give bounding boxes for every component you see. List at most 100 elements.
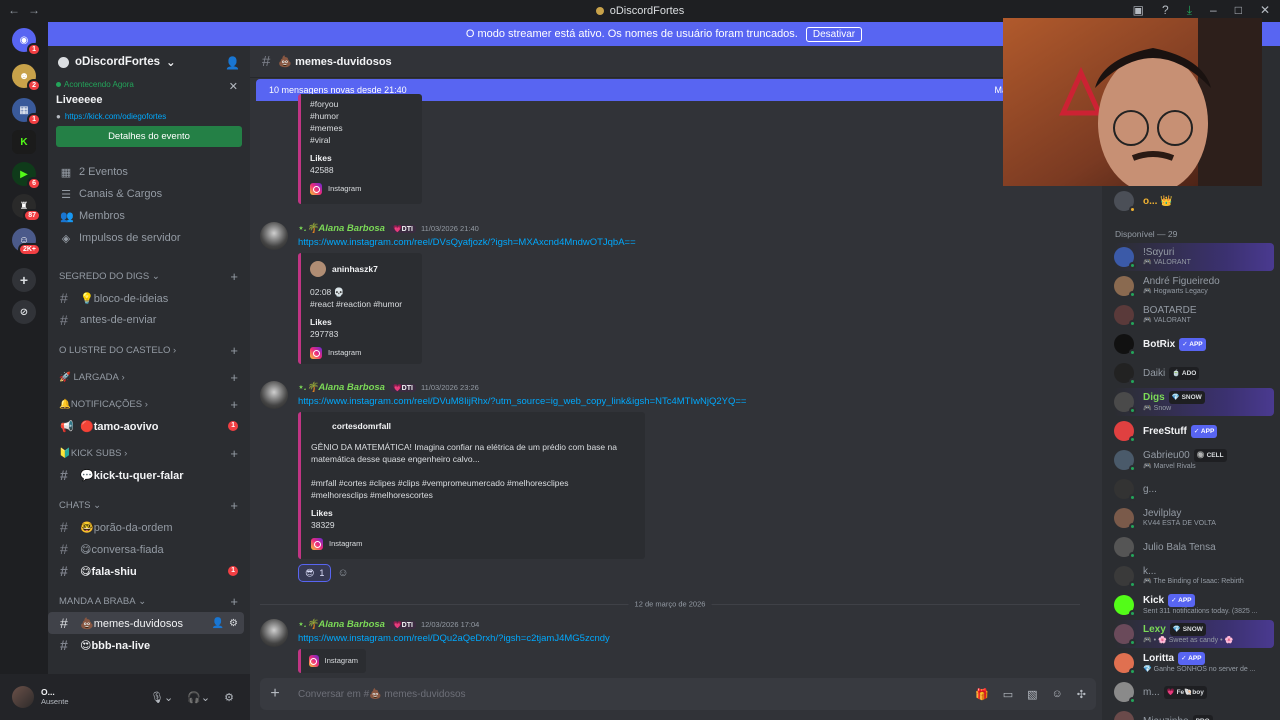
member-item[interactable]: MiauzinhoPRO (1114, 707, 1274, 720)
server-icon-5[interactable]: ☺ 2K+ (12, 228, 41, 256)
discover-icon[interactable]: ⊘ (12, 300, 36, 324)
server-icon-kick[interactable]: K (12, 130, 36, 154)
sidebar-item-events[interactable]: ▦ 2 Eventos (48, 161, 250, 183)
channel-antes-de-enviar[interactable]: # antes-de-enviar (48, 309, 244, 331)
gear-icon[interactable]: ⚙ (229, 618, 238, 629)
message-link[interactable]: https://www.instagram.com/reel/DVuM8IijR… (298, 396, 746, 407)
avatar[interactable] (260, 222, 288, 250)
member-item[interactable]: Julio Bala Tensa (1114, 533, 1274, 561)
category-chats[interactable]: CHATS ⌄ + (48, 494, 250, 516)
avatar[interactable] (260, 619, 288, 647)
headphones-icon[interactable]: 🎧⌄ (187, 691, 210, 704)
member-item[interactable]: Kick ✓ APP Sent 311 notifications today. (… (1114, 591, 1274, 619)
server-icon-3[interactable]: ▶ 6 (12, 162, 41, 190)
category-largada[interactable]: 🚀 LARGADA › + (48, 366, 250, 388)
user-names[interactable]: O... Ausente (41, 687, 69, 707)
category-manda-a-braba[interactable]: MANDA A BRABA ⌄ + (48, 590, 250, 612)
inbox-icon[interactable]: ▣ (1133, 3, 1144, 18)
gif-icon[interactable]: ▭ (1003, 688, 1013, 701)
channel-conversa-fiada[interactable]: # 😋conversa-fiada (48, 538, 244, 560)
channel-porao-da-ordem[interactable]: # 🤓porão-da-ordem (48, 516, 244, 538)
back-arrow-icon[interactable]: ← (8, 3, 20, 17)
home-discord-icon[interactable]: ◉ 1 (12, 28, 41, 56)
member-item[interactable]: Digs 💎 SNOW 🎮 Snow (1114, 388, 1274, 416)
category-segredo[interactable]: SEGREDO DO DIGS ⌄ + (48, 265, 250, 287)
sidebar-item-boosts[interactable]: ◈ Impulsos de servidor (48, 227, 250, 249)
message-link[interactable]: https://www.instagram.com/reel/DQu2aQeDr… (298, 633, 610, 644)
attach-plus-icon[interactable]: + (260, 685, 290, 703)
maximize-icon[interactable]: □ (1235, 3, 1242, 18)
member-item[interactable]: !Sαyuri 🎮 VALORANT (1114, 243, 1274, 271)
member-item[interactable]: FreeStuff ✓ APP (1114, 417, 1274, 445)
gift-icon[interactable]: 🎁 (975, 688, 989, 701)
channel-bloco-de-ideias[interactable]: # 💡bloco-de-ideias (48, 287, 244, 309)
embed-author[interactable]: cortesdomrfall (311, 420, 635, 432)
event-link-text[interactable]: https://kick.com/odiegofortes (65, 112, 166, 121)
download-icon[interactable]: ⤓ (1187, 3, 1192, 18)
channel-bbb-na-live[interactable]: # 😍bbb-na-live (48, 634, 244, 656)
help-icon[interactable]: ? (1162, 3, 1169, 18)
member-item[interactable]: André Figueiredo 🎮 Hogwarts Legacy (1114, 272, 1274, 300)
channel-fala-shiu[interactable]: # 😋fala-shiu 1 (48, 560, 244, 582)
member-item[interactable]: Daiki 🍵 ADO (1114, 359, 1274, 387)
message-author[interactable]: ⋆.🌴Alana Barbosa (298, 382, 385, 393)
add-channel-icon[interactable]: + (230, 594, 238, 609)
channel-kick-tu-quer-falar[interactable]: # 💬kick-tu-quer-falar (48, 464, 244, 486)
forward-arrow-icon[interactable]: → (28, 3, 40, 17)
message-composer[interactable]: + Conversar em #💩 memes-duvidosos 🎁 ▭ ▧ … (260, 678, 1096, 710)
member-item[interactable]: k... 🎮 The Binding of Isaac: Rebirth (1114, 562, 1274, 590)
close-window-icon[interactable]: ✕ (1260, 3, 1270, 18)
composer-placeholder[interactable]: Conversar em #💩 memes-duvidosos (298, 689, 466, 700)
server-icon-1[interactable]: ☻ 2 (12, 64, 41, 92)
sidebar-item-channels-roles[interactable]: ☰ Canais & Cargos (48, 183, 250, 205)
apps-icon[interactable]: ✣ (1077, 688, 1086, 701)
guild-tag[interactable]: 💗DTI (389, 620, 416, 629)
category-notificacoes[interactable]: 🔔NOTIFICAÇÕES › + (48, 393, 250, 415)
message-author[interactable]: ⋆.🌴Alana Barbosa (298, 619, 385, 630)
channel-memes-duvidosos[interactable]: # 💩memes-duvidosos 👤 ⚙ (48, 612, 244, 634)
sticker-icon[interactable]: ▧ (1027, 688, 1037, 701)
member-item[interactable]: BOATARDE 🎮 VALORANT (1114, 301, 1274, 329)
category-lustre[interactable]: O LUSTRE DO CASTELO › + (48, 339, 250, 361)
server-icon-4[interactable]: ♜ 87 (12, 194, 41, 222)
microphone-icon[interactable]: 🎙⌄ (150, 691, 173, 704)
reaction-pill[interactable]: 😎 1 (298, 564, 332, 582)
server-header[interactable]: oDiscordFortes ⌄ 👤 (48, 46, 250, 78)
guild-tag[interactable]: 💗DTI (389, 224, 416, 233)
add-channel-icon[interactable]: + (230, 269, 238, 284)
event-link[interactable]: ● https://kick.com/odiegofortes (56, 112, 242, 121)
invite-icon[interactable]: 👤 (212, 618, 224, 629)
sidebar-item-members[interactable]: 👥 Membros (48, 205, 250, 227)
category-kick-subs[interactable]: 🔰KICK SUBS › + (48, 442, 250, 464)
add-server-icon[interactable]: + (12, 268, 36, 292)
disable-streamer-button[interactable]: Desativar (805, 26, 863, 42)
add-channel-icon[interactable]: + (230, 397, 238, 412)
message-link[interactable]: https://www.instagram.com/reel/DVsQyafjo… (298, 237, 636, 248)
server-icon-2[interactable]: ▦ 1 (12, 98, 41, 126)
add-channel-icon[interactable]: + (230, 446, 238, 461)
settings-gear-icon[interactable]: ⚙ (224, 691, 234, 704)
message-author[interactable]: ⋆.🌴Alana Barbosa (298, 223, 385, 234)
avatar[interactable] (260, 381, 288, 409)
embed-author[interactable]: aninhaszk7 (310, 261, 412, 277)
add-reaction-icon[interactable]: ☺ (337, 567, 348, 579)
minimize-icon[interactable]: – (1210, 3, 1217, 18)
member-item[interactable]: Gabrieu00 🔘 CELL 🎮 Marvel Rivals (1114, 446, 1274, 474)
member-item[interactable]: Lexy 💎 SNOW 🎮 • 🌸 Sweet as candy • 🌸 (1114, 620, 1274, 648)
channel-tamo-aovivo[interactable]: 📢 🔴tamo-aovivo 1 (48, 415, 244, 437)
close-icon[interactable]: ✕ (229, 80, 238, 93)
member-item[interactable]: BotRix ✓ APP (1114, 330, 1274, 358)
member-item[interactable]: o... 👑 (1114, 188, 1274, 214)
add-channel-icon[interactable]: + (230, 370, 238, 385)
member-item[interactable]: m... 💗 Fe🐚boy (1114, 678, 1274, 706)
invite-people-icon[interactable]: 👤 (225, 56, 240, 70)
avatar[interactable] (12, 686, 34, 708)
event-details-button[interactable]: Detalhes do evento (56, 126, 242, 147)
member-item[interactable]: Jevilplay KV44 ESTÁ DE VOLTA (1114, 504, 1274, 532)
guild-tag[interactable]: 💗DTI (389, 383, 416, 392)
member-item[interactable]: g... (1114, 475, 1274, 503)
add-channel-icon[interactable]: + (230, 498, 238, 513)
add-channel-icon[interactable]: + (230, 343, 238, 358)
member-item[interactable]: Loritta ✓ APP 💎 Ganhe SONHOS no server de … (1114, 649, 1274, 677)
emoji-icon[interactable]: ☺ (1052, 688, 1063, 701)
